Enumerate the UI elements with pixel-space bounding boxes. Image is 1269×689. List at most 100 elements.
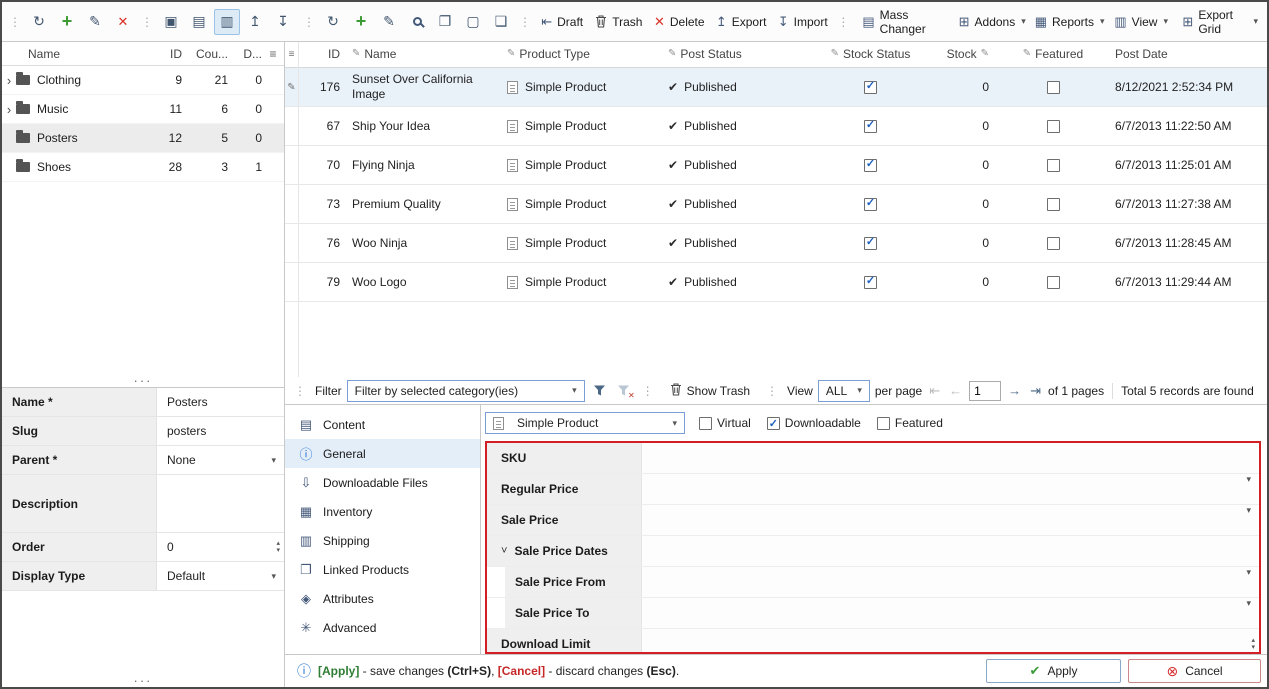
sale-price-from-input[interactable]: ▾ <box>642 567 1259 597</box>
cell-post_date[interactable]: 6/7/2013 11:27:38 AM <box>1103 185 1267 223</box>
product-type-dropdown[interactable]: Simple Product ▾ <box>485 412 685 434</box>
mass-changer-button[interactable]: ▤Mass Changer <box>854 9 953 35</box>
col-header-type[interactable]: ✎Product Type <box>493 42 658 67</box>
tab-shipping[interactable]: ▥Shipping <box>285 526 480 555</box>
apply-button[interactable]: ✔ Apply <box>986 659 1121 683</box>
collapse-icon[interactable]: ˅ <box>501 545 507 557</box>
cell-stock_status[interactable] <box>813 68 928 106</box>
parent-field[interactable]: None▾ <box>157 446 284 474</box>
featured-checkbox[interactable] <box>1047 237 1060 250</box>
cell-status[interactable]: ✔Published <box>658 263 813 301</box>
stock_status-checkbox[interactable] <box>864 198 877 211</box>
cell-post_date[interactable]: 6/7/2013 11:22:50 AM <box>1103 107 1267 145</box>
import-categories-button[interactable]: ↧ <box>270 9 296 35</box>
cell-stock_status[interactable] <box>813 185 928 223</box>
dropdown-icon[interactable]: ▾ <box>1246 505 1251 516</box>
sale-price-input[interactable]: ▾ <box>642 505 1259 535</box>
col-header-status[interactable]: ✎Post Status <box>658 42 813 67</box>
cell-type[interactable]: Simple Product <box>493 185 658 223</box>
order-field[interactable]: 0▴▾ <box>157 533 284 561</box>
featured-checkbox[interactable] <box>1047 276 1060 289</box>
featured-checkbox[interactable] <box>877 417 890 430</box>
flag-downloadable[interactable]: Downloadable <box>767 416 861 430</box>
copy-products-button[interactable]: ❐ <box>432 9 458 35</box>
cell-name[interactable]: Flying Ninja <box>348 146 493 184</box>
featured-checkbox[interactable] <box>1047 120 1060 133</box>
cell-post_date[interactable]: 8/12/2021 2:52:34 PM <box>1103 68 1267 106</box>
cell-stock_status[interactable] <box>813 224 928 262</box>
tab-inventory[interactable]: ▦Inventory <box>285 497 480 526</box>
cell-stock_status[interactable] <box>813 263 928 301</box>
category-image-button[interactable]: ▣ <box>158 9 184 35</box>
dropdown-icon[interactable]: ▾ <box>1246 474 1251 485</box>
cell-id[interactable]: 70 <box>298 146 348 184</box>
tab-attributes[interactable]: ◈Attributes <box>285 584 480 613</box>
cell-status[interactable]: ✔Published <box>658 146 813 184</box>
flag-featured[interactable]: Featured <box>877 416 943 430</box>
expand-icon[interactable]: › <box>2 73 16 88</box>
export-categories-button[interactable]: ↥ <box>242 9 268 35</box>
cell-stock[interactable]: 0 <box>928 263 1003 301</box>
col-header-stock[interactable]: Stock✎ <box>928 42 1003 67</box>
reports-button[interactable]: ▦Reports▾ <box>1031 9 1108 35</box>
bottom-splitter[interactable]: ··· <box>2 675 284 687</box>
virtual-checkbox[interactable] <box>699 417 712 430</box>
page-input[interactable] <box>969 381 1001 401</box>
cell-id[interactable]: 79 <box>298 263 348 301</box>
spinner-control[interactable]: ▴▾ <box>276 540 280 554</box>
cell-stock[interactable]: 0 <box>928 224 1003 262</box>
next-page-icon[interactable]: → <box>1006 383 1023 398</box>
cell-name[interactable]: Premium Quality <box>348 185 493 223</box>
dropdown-icon[interactable]: ▾ <box>1246 598 1251 609</box>
product-row-76[interactable]: 76Woo NinjaSimple Product✔Published06/7/… <box>285 224 1267 263</box>
edit-category-button[interactable]: ✎ <box>82 9 108 35</box>
cell-status[interactable]: ✔Published <box>658 68 813 106</box>
stock_status-checkbox[interactable] <box>864 276 877 289</box>
cell-id[interactable]: 67 <box>298 107 348 145</box>
import-button[interactable]: ↧Import <box>773 9 832 35</box>
cell-stock[interactable]: 0 <box>928 185 1003 223</box>
product-row-176[interactable]: ✎176Sunset Over California ImageSimple P… <box>285 68 1267 107</box>
export-button[interactable]: ↥Export <box>711 9 771 35</box>
cell-id[interactable]: 76 <box>298 224 348 262</box>
cancel-button[interactable]: ⊗ Cancel <box>1128 659 1261 683</box>
tree-col-count[interactable]: Cou... <box>182 47 228 61</box>
category-row-clothing[interactable]: ›Clothing9210 <box>2 66 284 95</box>
search-products-button[interactable] <box>404 9 430 35</box>
cell-post_date[interactable]: 6/7/2013 11:28:45 AM <box>1103 224 1267 262</box>
export-grid-button[interactable]: ⊞Export Grid▾ <box>1174 9 1266 35</box>
col-header-id[interactable]: ID <box>298 42 348 67</box>
cell-id[interactable]: 176 <box>298 68 348 106</box>
col-header-featured[interactable]: ✎Featured <box>1003 42 1103 67</box>
tree-form-splitter[interactable]: ··· <box>2 375 284 387</box>
cell-post_date[interactable]: 6/7/2013 11:25:01 AM <box>1103 146 1267 184</box>
tree-col-d[interactable]: D... <box>228 47 262 61</box>
stock_status-checkbox[interactable] <box>864 120 877 133</box>
cell-type[interactable]: Simple Product <box>493 146 658 184</box>
cell-type[interactable]: Simple Product <box>493 224 658 262</box>
regular-price-input[interactable]: ▾ <box>642 474 1259 504</box>
cell-stock_status[interactable] <box>813 146 928 184</box>
tab-advanced[interactable]: ✳Advanced <box>285 613 480 642</box>
dropdown-icon[interactable]: ▾ <box>271 571 276 582</box>
cell-stock[interactable]: 0 <box>928 68 1003 106</box>
featured-checkbox[interactable] <box>1047 198 1060 211</box>
trash-button[interactable]: Trash <box>590 9 647 35</box>
tab-content[interactable]: ▤Content <box>285 410 480 439</box>
display-type-field[interactable]: Default▾ <box>157 562 284 590</box>
cell-type[interactable]: Simple Product <box>493 107 658 145</box>
refresh-categories-button[interactable]: ↻ <box>26 9 52 35</box>
draft-button[interactable]: ⇤Draft <box>536 9 588 35</box>
category-filter-dropdown[interactable]: Filter by selected category(ies) ▾ <box>347 380 585 402</box>
refresh-products-button[interactable]: ↻ <box>320 9 346 35</box>
dropdown-icon[interactable]: ▾ <box>1246 567 1251 578</box>
name-field[interactable]: Posters <box>157 388 284 416</box>
tab-downloadable-files[interactable]: ⇩Downloadable Files <box>285 468 480 497</box>
dropdown-icon[interactable]: ▾ <box>271 455 276 466</box>
cell-name[interactable]: Ship Your Idea <box>348 107 493 145</box>
stock_status-checkbox[interactable] <box>864 81 877 94</box>
cell-stock[interactable]: 0 <box>928 107 1003 145</box>
duplicate-products-button[interactable]: ❏ <box>488 9 514 35</box>
cell-featured[interactable] <box>1003 68 1103 106</box>
expand-icon[interactable]: › <box>2 102 16 117</box>
